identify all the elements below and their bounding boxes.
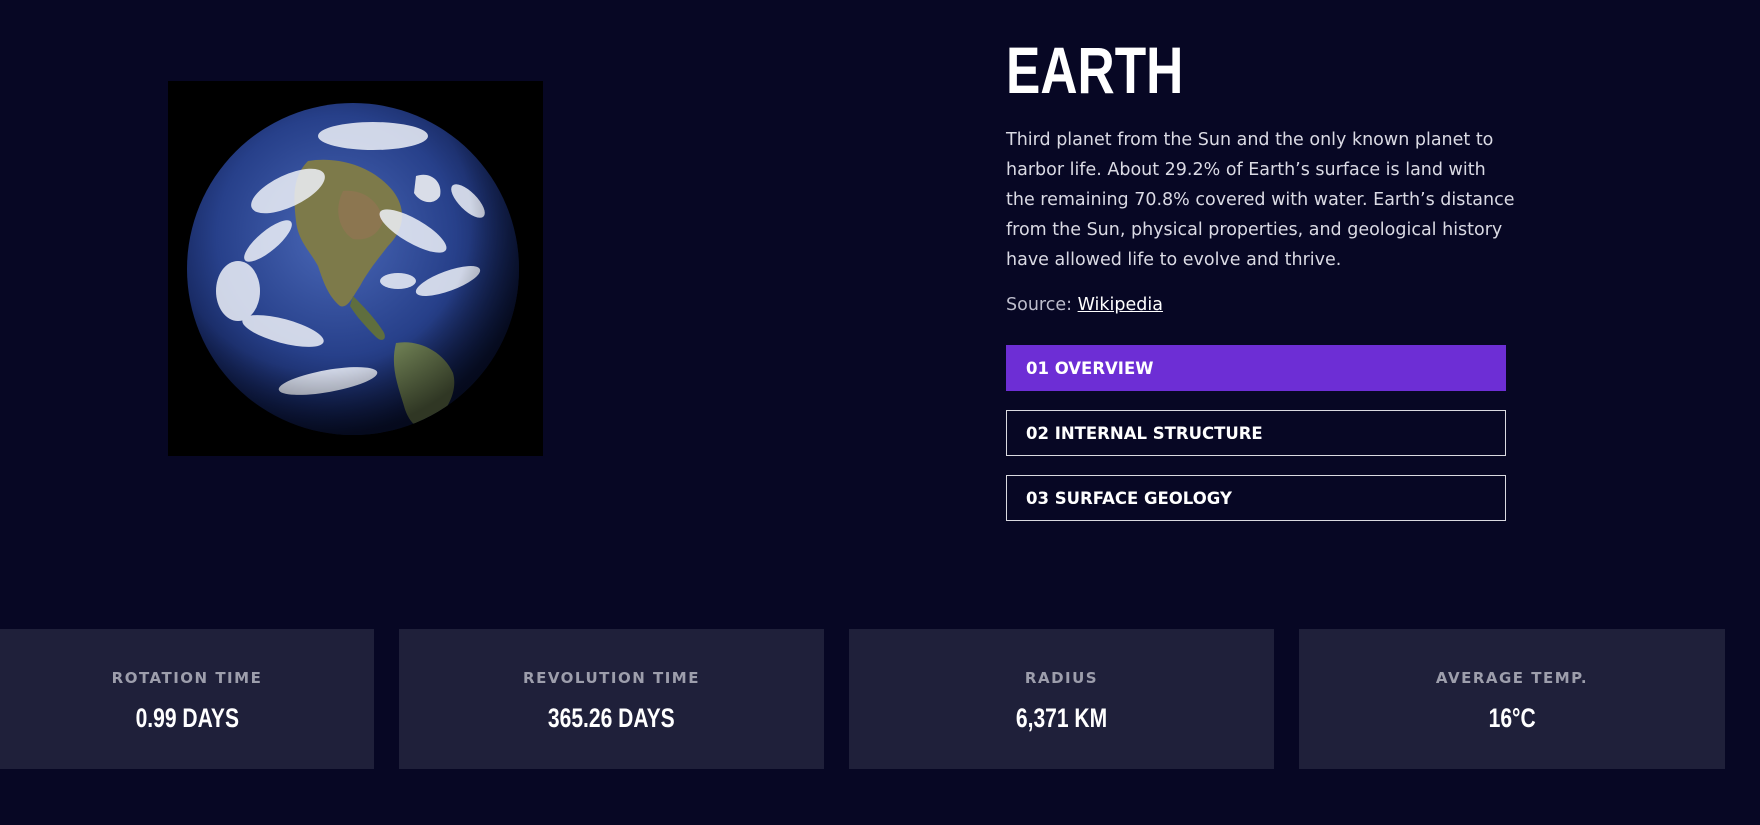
source-line: Source: Wikipedia [1006,290,1506,320]
stat-label: REVOLUTION TIME [523,669,700,687]
stat-card-rotation-time: ROTATION TIME 0.99 DAYS [0,629,374,769]
planet-info: EARTH Third planet from the Sun and the … [1006,30,1514,540]
stat-card-radius: RADIUS 6,371 KM [849,629,1274,769]
stat-card-average-temp: AVERAGE TEMP. 16°C [1299,629,1725,769]
stat-label: ROTATION TIME [111,669,263,687]
planet-page: EARTH Third planet from the Sun and the … [0,0,1760,825]
stat-value: 6,371 KM [1015,703,1108,733]
stat-card-revolution-time: REVOLUTION TIME 365.26 DAYS [399,629,824,769]
stat-label: RADIUS [1024,669,1099,687]
stat-value: 0.99 DAYS [135,703,239,733]
stat-value: 16°C [1488,703,1536,733]
planet-description: Third planet from the Sun and the only k… [1006,130,1515,270]
tab-overview[interactable]: 01 OVERVIEW [1006,345,1506,391]
source-label: Source: [1006,295,1073,315]
stat-value: 365.26 DAYS [548,703,675,733]
stat-label: AVERAGE TEMP. [1435,669,1589,687]
planet-tabs: 01 OVERVIEW 02 INTERNAL STRUCTURE 03 SUR… [1006,345,1506,521]
planet-title: EARTH [1006,33,1184,107]
earth-globe-image [168,81,543,456]
tab-internal-structure[interactable]: 02 INTERNAL STRUCTURE [1006,410,1506,456]
tab-surface-geology[interactable]: 03 SURFACE GEOLOGY [1006,475,1506,521]
wikipedia-link[interactable]: Wikipedia [1078,295,1163,315]
